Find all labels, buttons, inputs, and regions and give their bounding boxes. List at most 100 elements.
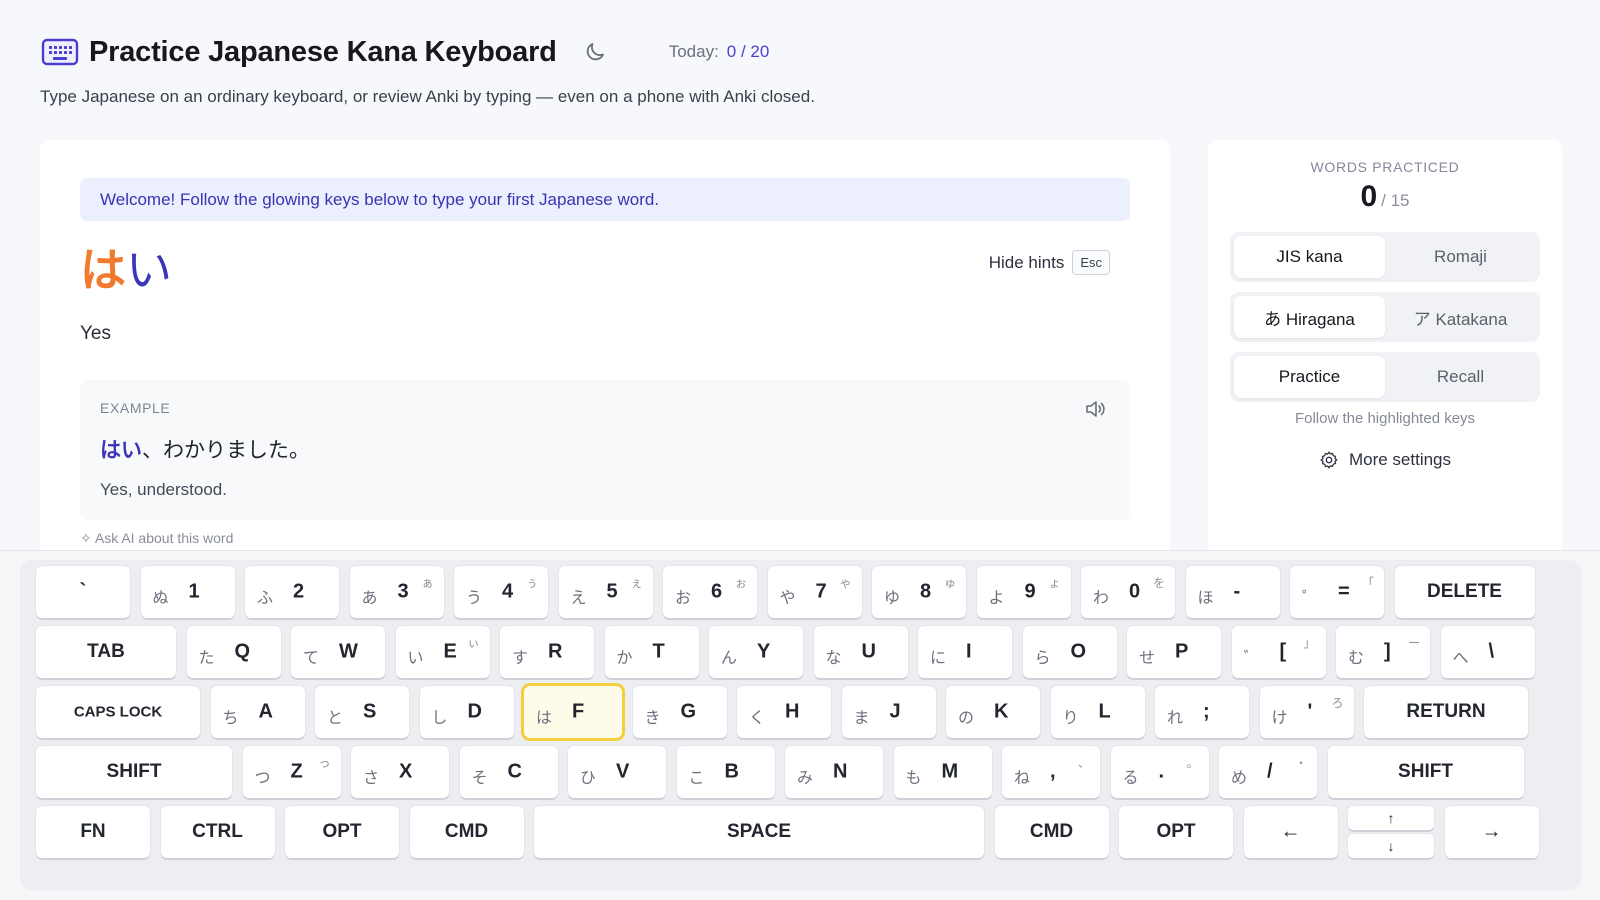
key-sym0-11[interactable]: ほ- [1185, 566, 1280, 618]
key-sym4-9[interactable]: → [1444, 806, 1539, 858]
key-main-label: F [572, 700, 585, 723]
key-sym3-8[interactable]: ね, 、 [1002, 746, 1100, 798]
ask-ai-link[interactable]: ✧ Ask AI about this word [80, 530, 233, 547]
key-sym3-9[interactable]: る. 。 [1110, 746, 1209, 798]
key-7[interactable]: や7ゃ [767, 566, 862, 618]
key-main-label: - [1233, 580, 1241, 603]
key-0[interactable]: わ0を [1081, 566, 1175, 618]
key-kana-label: え [570, 588, 587, 607]
key-z[interactable]: つZ っ [242, 746, 341, 798]
key-6[interactable]: お6ぉ [663, 566, 757, 618]
key-sym1-11[interactable]: ゛ [」 [1231, 626, 1326, 678]
key-sym3-10[interactable]: め / ・ [1219, 746, 1317, 798]
speaker-icon[interactable] [1084, 398, 1106, 420]
key-kana-label: さ [363, 768, 380, 787]
key-sym4-8[interactable]: ↑ ↓ [1348, 806, 1434, 858]
key-u[interactable]: なU [813, 626, 908, 678]
key-y[interactable]: んY [709, 626, 803, 678]
key-o[interactable]: らO [1022, 626, 1117, 678]
key-opt[interactable]: OPT [285, 806, 399, 858]
key-main-label: B [724, 760, 739, 783]
key-tab[interactable]: TAB [36, 626, 176, 678]
key-return[interactable]: RETURN [1364, 686, 1528, 738]
key-k[interactable]: のK [946, 686, 1040, 738]
key-kana-label: お [675, 588, 692, 607]
key-i[interactable]: にI [918, 626, 1012, 678]
key-main-label: → [1481, 820, 1502, 843]
key-sym0-0[interactable]: ` [36, 566, 130, 618]
key-main-label: J [889, 700, 901, 723]
key-e[interactable]: いEぃ [395, 626, 490, 678]
mode-option-recall[interactable]: Recall [1385, 356, 1536, 398]
key-cmd[interactable]: CMD [409, 806, 524, 858]
key-space[interactable]: SPACE [534, 806, 984, 858]
key-n[interactable]: みN [785, 746, 883, 798]
example-rest: 、わかりました。 [142, 438, 310, 462]
key-sym1-12[interactable]: む] ー [1336, 626, 1430, 678]
key-3[interactable]: あ3ぁ [349, 566, 444, 618]
key-main-label: T [652, 640, 665, 663]
key-sym4-7[interactable]: ← [1243, 806, 1338, 858]
key-t[interactable]: かT [604, 626, 699, 678]
key-ctrl[interactable]: CTRL [160, 806, 275, 858]
key-shift[interactable]: SHIFT [1327, 746, 1524, 798]
key-sym1-13[interactable]: へ \ [1440, 626, 1535, 678]
key-main-label: 8 [920, 580, 932, 603]
key-kana-label: す [512, 648, 529, 667]
key-2[interactable]: ふ2 [245, 566, 339, 618]
key-main-label: N [833, 760, 848, 783]
key-b[interactable]: こB [676, 746, 775, 798]
key-s[interactable]: とS [315, 686, 409, 738]
key-l[interactable]: りL [1050, 686, 1145, 738]
key-kana-label: へ [1452, 648, 1469, 667]
key-r[interactable]: すR [500, 626, 594, 678]
key-small-kana-label: ょ [1048, 576, 1061, 590]
key-kana-label: ゛ [1243, 648, 1260, 667]
key-sym2-11[interactable]: け ' ろ [1259, 686, 1354, 738]
example-label: EXAMPLE [100, 400, 171, 416]
key-9[interactable]: よ9ょ [976, 566, 1071, 618]
key-f[interactable]: はF [524, 686, 622, 738]
key-4[interactable]: う4ぅ [454, 566, 548, 618]
key-h[interactable]: くH [737, 686, 831, 738]
key-g[interactable]: きG [632, 686, 727, 738]
key-j[interactable]: まJ [841, 686, 936, 738]
layout-option-jis[interactable]: JIS kana [1234, 236, 1385, 278]
key-arrow-down[interactable]: ↓ [1348, 834, 1434, 858]
layout-option-romaji[interactable]: Romaji [1385, 236, 1536, 278]
key-w[interactable]: てW [291, 626, 385, 678]
key-capslock[interactable]: CAPS LOCK [36, 686, 200, 738]
script-option-hiragana[interactable]: あ Hiragana [1234, 296, 1385, 338]
key-a[interactable]: ちA [210, 686, 305, 738]
key-q[interactable]: たQ [186, 626, 281, 678]
more-settings-button[interactable]: More settings [1208, 450, 1562, 470]
key-sym0-12[interactable]: ゜ = 「 [1290, 566, 1384, 618]
key-cmd[interactable]: CMD [994, 806, 1109, 858]
key-main-label: TAB [87, 641, 125, 662]
key-main-label: Y [757, 640, 771, 663]
key-c[interactable]: そC [459, 746, 558, 798]
moon-icon[interactable] [583, 40, 607, 64]
key-delete[interactable]: DELETE [1394, 566, 1535, 618]
key-opt[interactable]: OPT [1119, 806, 1233, 858]
script-option-katakana[interactable]: ア Katakana [1385, 296, 1536, 338]
key-main-label: 2 [293, 580, 305, 603]
key-p[interactable]: せP [1127, 626, 1221, 678]
key-1[interactable]: ぬ1 [140, 566, 235, 618]
key-5[interactable]: え5ぇ [558, 566, 653, 618]
key-kana-label: む [1348, 648, 1365, 667]
key-d[interactable]: しD [419, 686, 514, 738]
key-shift[interactable]: SHIFT [36, 746, 232, 798]
key-8[interactable]: ゆ8ゅ [872, 566, 966, 618]
key-small-kana-label: ゅ [943, 576, 956, 590]
key-v[interactable]: ひV [568, 746, 666, 798]
app-header: Practice Japanese Kana Keyboard Today: 0… [41, 34, 769, 70]
mode-option-practice[interactable]: Practice [1234, 356, 1385, 398]
key-arrow-up[interactable]: ↑ [1348, 806, 1434, 830]
settings-panel: WORDS PRACTICED 0/ 15 JIS kana Romaji あ … [1208, 140, 1562, 560]
hide-hints-button[interactable]: Hide hints Esc [989, 250, 1110, 275]
key-m[interactable]: もM [893, 746, 992, 798]
key-fn[interactable]: FN [36, 806, 150, 858]
key-sym2-10[interactable]: れ; [1155, 686, 1249, 738]
key-x[interactable]: さX [351, 746, 449, 798]
